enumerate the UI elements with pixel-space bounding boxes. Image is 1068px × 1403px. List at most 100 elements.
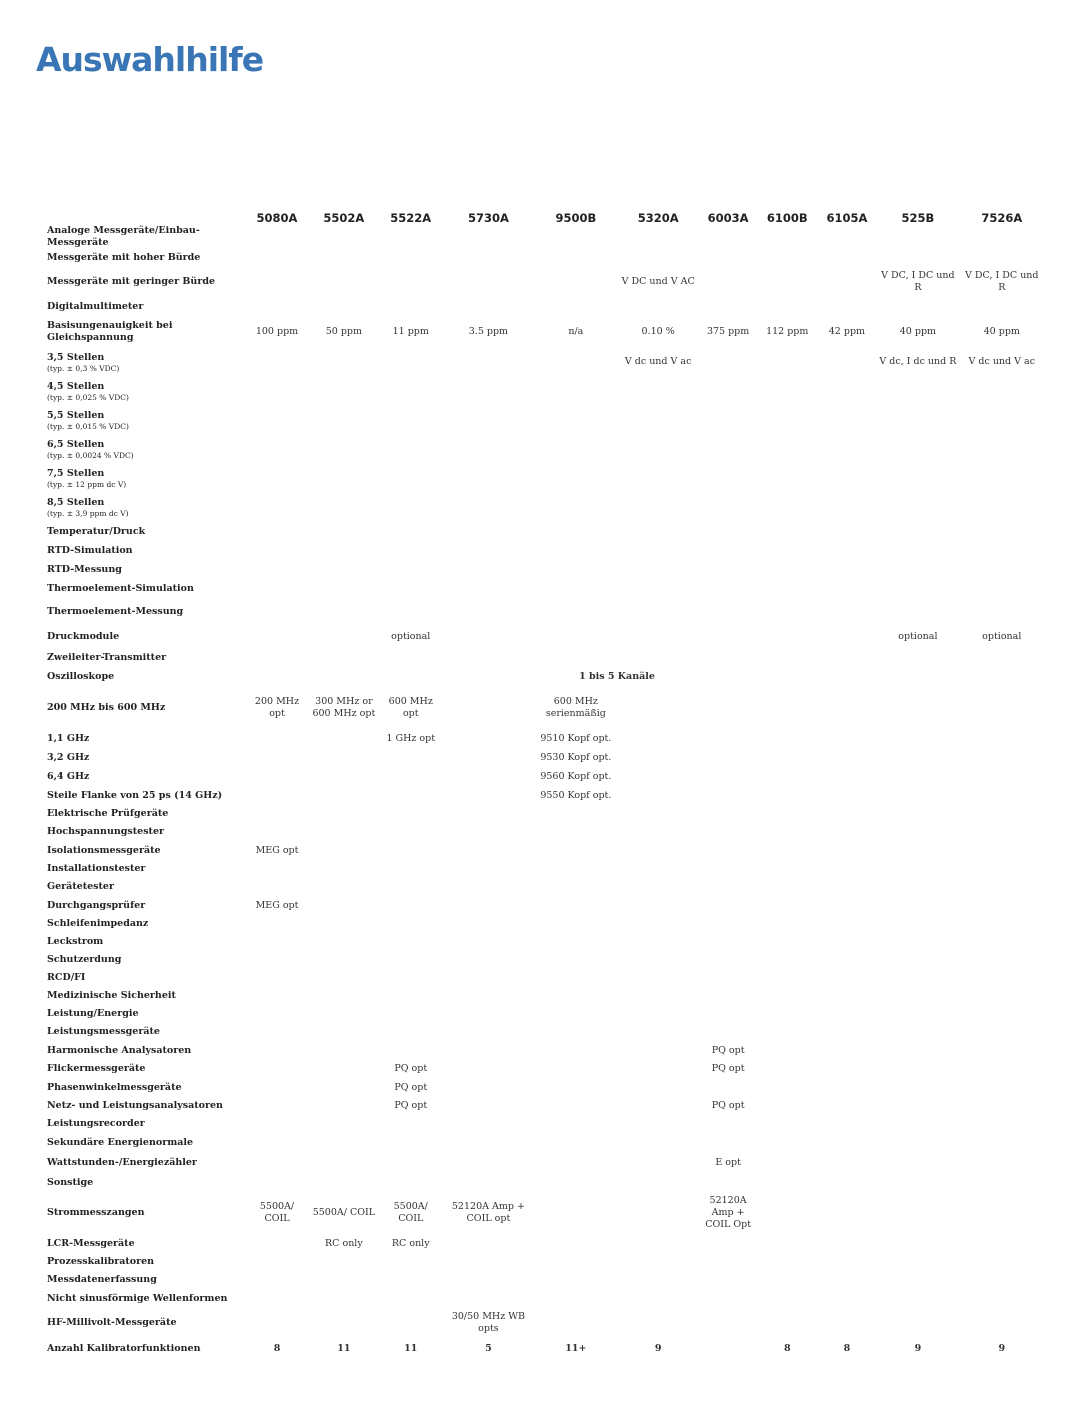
table-cell [379, 297, 442, 317]
table-cell [960, 878, 1044, 896]
table-cell [246, 1152, 309, 1173]
table-cell [442, 1133, 535, 1152]
table-cell [246, 1308, 309, 1338]
table-cell [876, 297, 959, 317]
table-cell [960, 841, 1044, 860]
table-cell [757, 1133, 818, 1152]
row-label: Elektrische Prüfgeräte [44, 805, 246, 823]
table-cell [308, 1173, 379, 1192]
table-cell [960, 951, 1044, 969]
table-cell [535, 896, 617, 915]
table-cell [379, 541, 442, 560]
table-cell [617, 767, 699, 786]
table-cell [960, 598, 1044, 626]
table-cell: 0.10 % [641, 326, 675, 337]
table-cell [818, 667, 877, 686]
row-label-text: Hochspannungstester [47, 826, 164, 837]
table-row: Leckstrom [44, 933, 1044, 951]
table-cell [442, 297, 535, 317]
table-cell [246, 951, 309, 969]
row-label: 4,5 Stellen (typ. ± 0,025 % VDC) [44, 377, 246, 406]
table-cell [617, 915, 699, 933]
table-row: Elektrische Prüfgeräte [44, 805, 1044, 823]
table-cell [876, 377, 959, 406]
table-cell [535, 225, 617, 249]
table-row: Basisungenauigkeit bei Gleichspannung 100… [44, 317, 1044, 347]
table-cell [757, 1115, 818, 1133]
table-cell [308, 522, 379, 541]
table-cell [699, 1173, 757, 1192]
row-label-text: 6,5 Stellen [47, 439, 105, 450]
table-cell [308, 667, 379, 686]
table-cell [960, 1192, 1044, 1234]
table-cell: V DC und V AC [621, 276, 695, 287]
table-cell [818, 225, 877, 249]
table-cell [379, 435, 442, 464]
table-cell [535, 915, 617, 933]
table-row: 5,5 Stellen (typ. ± 0,015 % VDC) [44, 406, 1044, 435]
table-cell: 5 [485, 1343, 492, 1354]
table-cell [535, 1078, 617, 1097]
table-cell [617, 579, 699, 598]
table-cell [535, 841, 617, 860]
table-cell [960, 648, 1044, 667]
table-cell [379, 1023, 442, 1041]
row-label: Digitalmultimeter [44, 297, 246, 317]
table-row: RTD-Messung [44, 560, 1044, 579]
column-header: 5730A [467, 211, 509, 225]
table-cell: 40 ppm [983, 326, 1020, 337]
table-cell [246, 464, 309, 493]
row-label: Druckmodule [44, 626, 246, 648]
table-cell [379, 522, 442, 541]
table-cell [442, 249, 535, 267]
table-cell [876, 493, 959, 522]
table-cell [876, 579, 959, 598]
table-cell [246, 1078, 309, 1097]
table-cell [442, 1041, 535, 1060]
table-cell [379, 1308, 442, 1338]
table-cell [379, 464, 442, 493]
table-cell [535, 648, 617, 667]
table-cell [442, 823, 535, 841]
table-cell [308, 1078, 379, 1097]
row-label: Thermoelement-Simulation [44, 579, 246, 598]
table-cell: RC only [325, 1237, 363, 1249]
table-cell [960, 786, 1044, 805]
table-row: Digitalmultimeter [44, 297, 1044, 317]
table-cell [442, 598, 535, 626]
table-cell [960, 767, 1044, 786]
table-cell [308, 841, 379, 860]
table-cell [535, 878, 617, 896]
table-cell [699, 805, 757, 823]
table-cell [246, 1005, 309, 1023]
table-cell: optional [982, 631, 1022, 642]
table-cell: 50 ppm [325, 326, 363, 337]
table-cell [960, 560, 1044, 579]
table-cell [535, 1005, 617, 1023]
table-cell [757, 249, 818, 267]
table-cell [699, 435, 757, 464]
table-cell [442, 896, 535, 915]
row-label: 1,1 GHz [44, 729, 246, 748]
table-cell [757, 626, 818, 648]
table-cell [308, 915, 379, 933]
table-cell [876, 896, 959, 915]
table-cell: 52120A Amp + COIL Opt [705, 1195, 752, 1230]
row-label: Zweileiter-Transmitter [44, 648, 246, 667]
table-cell [876, 522, 959, 541]
table-cell [960, 805, 1044, 823]
row-label: Gerätetester [44, 878, 246, 896]
table-cell [818, 1005, 877, 1023]
table-cell [757, 951, 818, 969]
table-row: Gerätetester [44, 878, 1044, 896]
table-cell [308, 767, 379, 786]
row-label: 3,5 Stellen (typ. ± 0,3 % VDC) [44, 347, 246, 377]
table-cell [535, 1173, 617, 1192]
table-cell [757, 1253, 818, 1271]
table-row: Wattstunden-/Energiezähler E opt [44, 1152, 1044, 1173]
column-header: 9500B [555, 211, 597, 225]
table-cell [246, 598, 309, 626]
row-label: Isolationsmessgeräte [44, 841, 246, 860]
table-cell [379, 841, 442, 860]
table-cell [876, 1234, 959, 1253]
